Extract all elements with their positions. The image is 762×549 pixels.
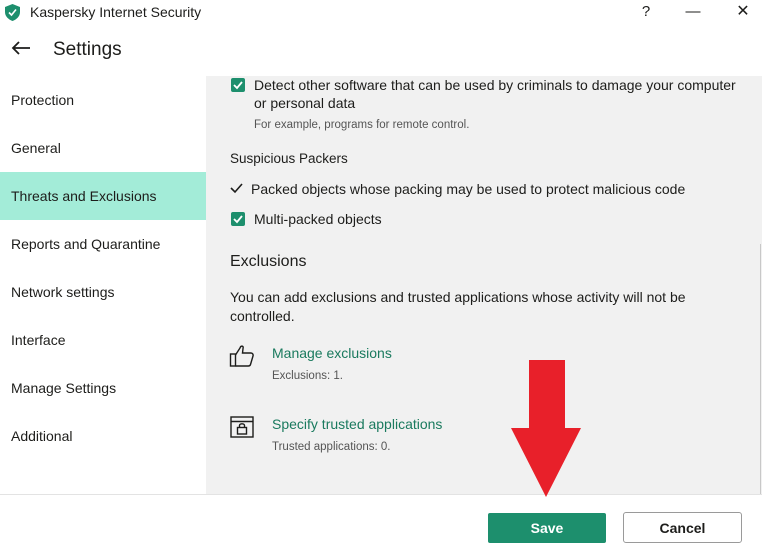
exclusions-description: You can add exclusions and trusted appli… [230,289,686,305]
detect-other-software-hint: For example, programs for remote control… [254,119,470,131]
checkmark-icon [233,81,243,90]
sidebar-item-label: Interface [11,332,66,348]
exclusions-description-cont: controlled. [230,308,295,324]
close-button[interactable]: ✕ [730,1,756,23]
sidebar-item-general[interactable]: General [0,124,206,172]
packed-objects-label: Packed objects whose packing may be used… [251,181,686,197]
exclusions-count: Exclusions: 1. [272,370,343,382]
title-bar: Kaspersky Internet Security ? — ✕ [0,0,762,26]
sidebar-item-label: Reports and Quarantine [11,236,161,252]
exclusions-heading: Exclusions [230,253,307,270]
sidebar-item-label: Manage Settings [11,380,117,396]
minimize-button[interactable]: — [680,1,706,23]
sidebar-item-label: Additional [11,428,73,444]
sidebar-item-interface[interactable]: Interface [0,316,206,364]
sidebar-item-threats-and-exclusions[interactable]: Threats and Exclusions [0,172,206,220]
settings-content-panel: Detect other software that can be used b… [206,76,762,494]
cancel-button[interactable]: Cancel [623,512,742,543]
page-title: Settings [53,39,122,60]
detect-other-software-label-cont: or personal data [254,95,356,111]
thumbs-up-icon [229,345,254,367]
page-header: Settings [0,26,762,75]
sidebar-item-additional[interactable]: Additional [0,412,206,460]
sidebar-item-reports-and-quarantine[interactable]: Reports and Quarantine [0,220,206,268]
locked-window-icon [230,416,254,438]
sidebar-item-protection[interactable]: Protection [0,76,206,124]
multi-packed-objects-label: Multi-packed objects [254,211,382,227]
trusted-applications-count: Trusted applications: 0. [272,441,391,453]
footer-bar: Save Cancel [0,494,762,549]
sidebar-item-label: General [11,140,61,156]
checkmark-icon [233,215,243,224]
sidebar-item-label: Protection [11,92,75,108]
kaspersky-shield-icon [5,4,20,21]
sidebar-item-manage-settings[interactable]: Manage Settings [0,364,206,412]
detect-other-software-label: Detect other software that can be used b… [254,77,736,93]
sidebar-item-network-settings[interactable]: Network settings [0,268,206,316]
sidebar-item-label: Network settings [11,284,115,300]
window-title: Kaspersky Internet Security [30,4,202,20]
detect-other-software-checkbox[interactable] [231,78,245,92]
help-button[interactable]: ? [633,1,659,23]
checkmark-icon [230,183,243,194]
arrow-left-icon[interactable] [10,40,32,56]
suspicious-packers-heading: Suspicious Packers [230,151,348,166]
scrollbar[interactable] [760,244,761,494]
specify-trusted-applications-link[interactable]: Specify trusted applications [272,416,442,432]
save-button[interactable]: Save [488,513,606,543]
multi-packed-objects-checkbox[interactable] [231,212,245,226]
red-arrow-annotation [511,360,581,497]
manage-exclusions-link[interactable]: Manage exclusions [272,345,392,361]
sidebar: Protection General Threats and Exclusion… [0,76,206,494]
sidebar-item-label: Threats and Exclusions [11,188,157,204]
